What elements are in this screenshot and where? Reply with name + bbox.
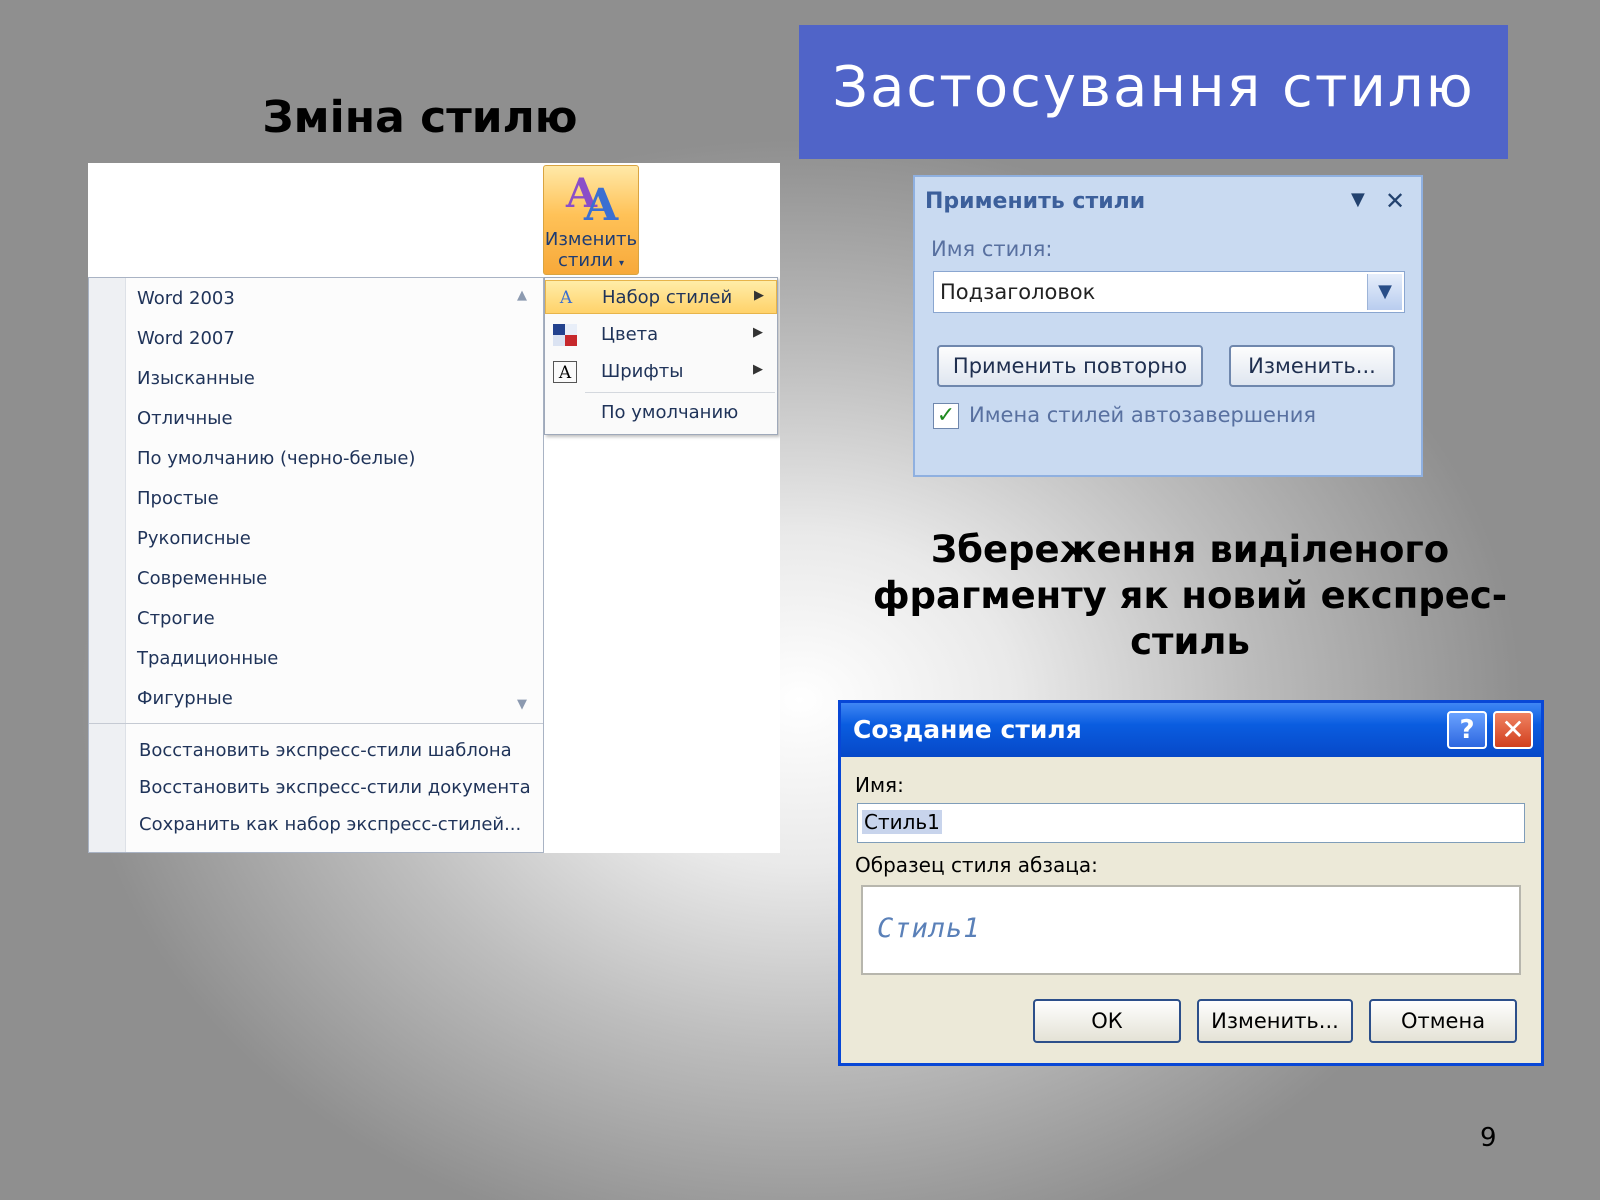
style-list-scrollbar[interactable]: ▲ ▼ [509, 278, 539, 723]
reapply-button[interactable]: Применить повторно [937, 345, 1203, 387]
change-styles-submenu: A Набор стилей ▶ Цвета ▶ A Шрифты ▶ По у… [544, 277, 778, 435]
submenu-item-label: Шрифты [601, 361, 684, 382]
style-set-list-menu: Word 2003 Word 2007 Изысканные Отличные … [88, 277, 544, 853]
style-set-item[interactable]: Word 2003 [137, 288, 235, 309]
save-fragment-heading-line: фрагменту як новий експрес- [872, 574, 1508, 617]
close-icon[interactable]: ✕ [1493, 711, 1533, 749]
chevron-right-icon: ▶ [754, 288, 764, 303]
cancel-button[interactable]: Отмена [1369, 999, 1517, 1043]
page-number: 9 [1480, 1123, 1497, 1153]
style-set-item[interactable]: Современные [137, 568, 267, 589]
change-styles-label-line1: Изменить [544, 229, 638, 250]
style-set-item[interactable]: Простые [137, 488, 219, 509]
colors-icon [553, 324, 577, 346]
style-set-item[interactable]: Word 2007 [137, 328, 235, 349]
style-name-value: Подзаголовок [940, 280, 1096, 304]
style-set-item[interactable]: Традиционные [137, 648, 278, 669]
submenu-item-label: Набор стилей [602, 287, 733, 308]
scroll-down-icon[interactable]: ▼ [517, 697, 527, 712]
style-set-item[interactable]: По умолчанию (черно-белые) [137, 448, 415, 469]
submenu-item-default[interactable]: По умолчанию [545, 396, 777, 430]
scroll-up-icon[interactable]: ▲ [517, 288, 527, 303]
submenu-item-colors[interactable]: Цвета ▶ [545, 318, 777, 352]
autocomplete-label: Имена стилей автозавершения [969, 403, 1316, 427]
dialog-titlebar[interactable]: Создание стиля ? ✕ [841, 703, 1541, 757]
change-styles-screenshot: AA Изменить стили ▾ Word 2003 Word 2007 … [88, 163, 780, 853]
panel-options-chevron-icon[interactable]: ▼ [1351, 189, 1365, 210]
apply-style-title-box: Застосування стилю [799, 25, 1508, 159]
style-name-label: Имя стиля: [931, 237, 1053, 261]
save-style-set-command[interactable]: Сохранить как набор экспресс-стилей... [139, 814, 521, 835]
ok-button[interactable]: ОК [1033, 999, 1181, 1043]
preview-text: Стиль1 [877, 913, 981, 944]
restore-template-styles-command[interactable]: Восстановить экспресс-стили шаблона [139, 740, 512, 761]
style-set-item[interactable]: Изысканные [137, 368, 255, 389]
help-icon[interactable]: ? [1447, 711, 1487, 749]
submenu-item-style-set[interactable]: A Набор стилей ▶ [545, 280, 777, 314]
submenu-divider [585, 392, 775, 393]
change-styles-aa-icon: AA [566, 170, 619, 231]
sample-label: Образец стиля абзаца: [855, 853, 1098, 877]
style-name-combobox[interactable]: Подзаголовок ▼ [933, 271, 1405, 313]
dialog-title: Создание стиля [853, 715, 1082, 744]
apply-style-heading: Застосування стилю [832, 55, 1475, 120]
save-fragment-heading-line: стиль [1130, 620, 1250, 663]
style-name-input-value: Стиль1 [862, 810, 942, 834]
chevron-right-icon: ▶ [753, 362, 763, 377]
style-set-item[interactable]: Отличные [137, 408, 233, 429]
style-set-item[interactable]: Фигурные [137, 688, 233, 709]
paragraph-style-preview: Стиль1 [861, 885, 1521, 975]
save-fragment-heading-line: Збереження виділеного [930, 528, 1450, 571]
change-style-heading: Зміна стилю [262, 92, 578, 143]
modify-button[interactable]: Изменить... [1197, 999, 1353, 1043]
menu-divider [89, 723, 543, 724]
name-label: Имя: [855, 773, 904, 797]
style-set-item[interactable]: Строгие [137, 608, 215, 629]
close-icon[interactable]: ✕ [1385, 187, 1405, 215]
menu-gutter [89, 278, 126, 852]
style-set-item[interactable]: Рукописные [137, 528, 251, 549]
apply-styles-panel-title: Применить стили [925, 189, 1146, 214]
create-style-dialog: Создание стиля ? ✕ Имя: Стиль1 Образец с… [838, 700, 1544, 1066]
save-fragment-heading: Збереження виділеного фрагменту як новий… [840, 527, 1540, 665]
chevron-right-icon: ▶ [753, 325, 763, 340]
submenu-item-label: По умолчанию [601, 402, 739, 423]
autocomplete-checkbox[interactable]: ✓ [933, 403, 959, 429]
fonts-icon: A [553, 361, 577, 383]
submenu-item-label: Цвета [601, 324, 659, 345]
style-name-input[interactable]: Стиль1 [857, 803, 1525, 843]
change-styles-label-line2: стили ▾ [557, 250, 625, 271]
submenu-item-fonts[interactable]: A Шрифты ▶ [545, 355, 777, 389]
chevron-down-icon[interactable]: ▼ [1367, 274, 1402, 310]
modify-button[interactable]: Изменить... [1229, 345, 1395, 387]
change-styles-button-label: Изменить стили ▾ [544, 229, 638, 274]
style-set-icon: A [559, 288, 573, 308]
apply-styles-panel: Применить стили ▼ ✕ Имя стиля: Подзаголо… [913, 175, 1423, 477]
restore-document-styles-command[interactable]: Восстановить экспресс-стили документа [139, 777, 531, 798]
chevron-down-icon: ▾ [619, 258, 625, 269]
change-styles-ribbon-button[interactable]: AA Изменить стили ▾ [543, 165, 639, 275]
